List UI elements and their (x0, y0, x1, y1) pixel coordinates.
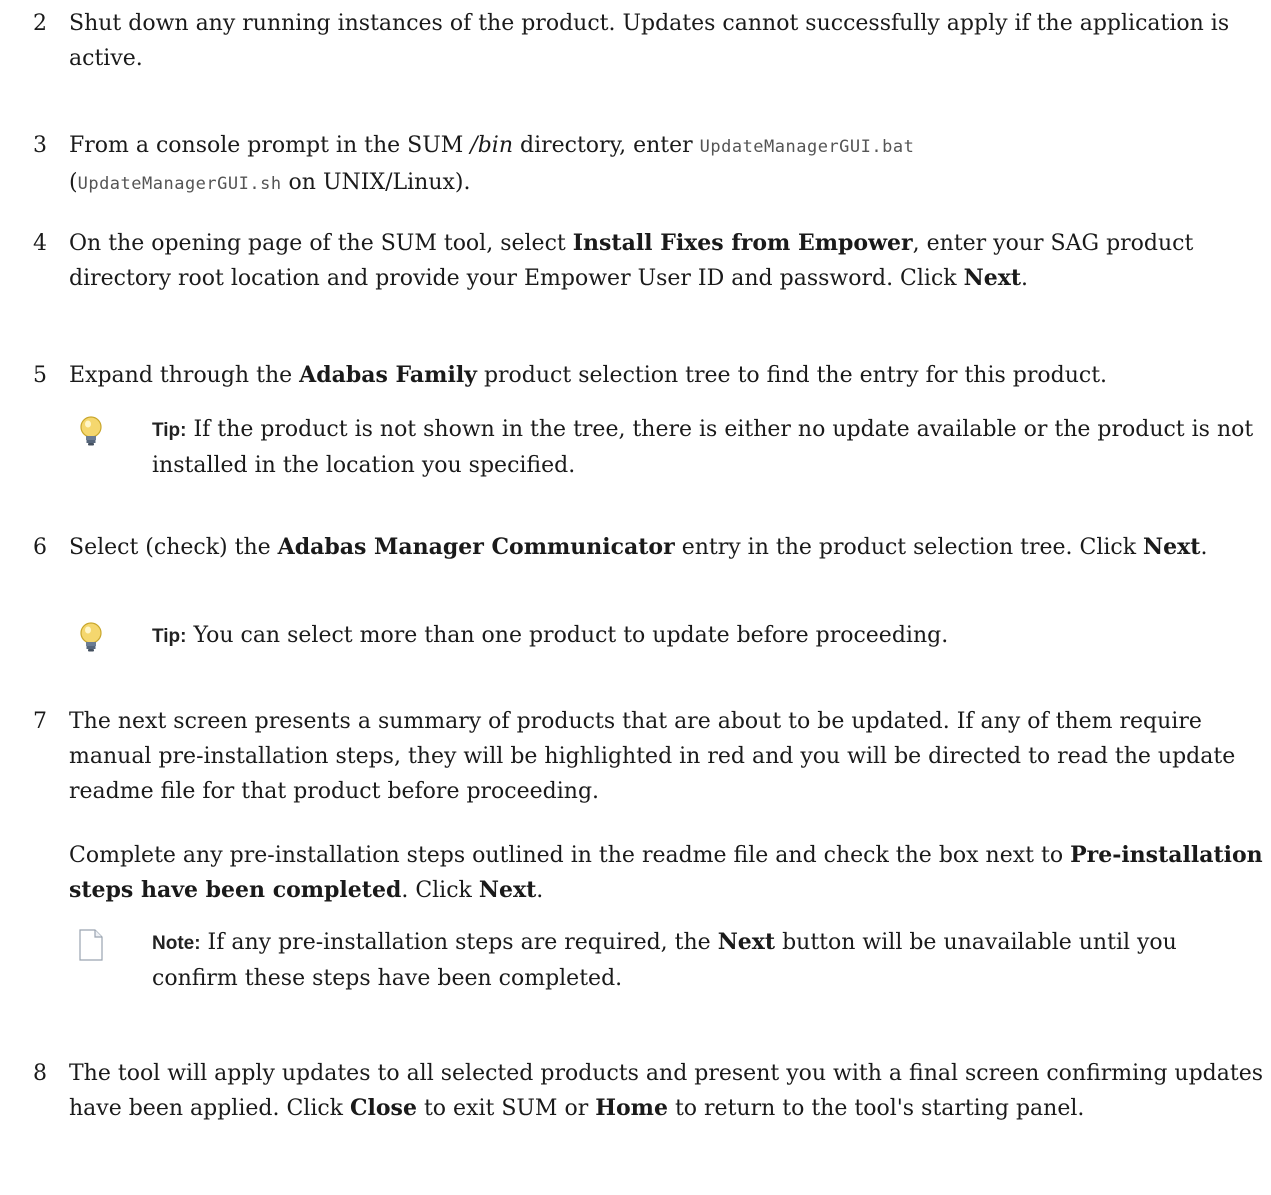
document-page: 2 Shut down any running instances of the… (0, 0, 1271, 1195)
code-command: UpdateManagerGUI.sh (77, 174, 282, 194)
step-paragraph: The next screen presents a summary of pr… (69, 709, 1236, 804)
step-text: On the opening page of the SUM tool, sel… (69, 226, 1264, 296)
note-text: Note: If any pre-installation steps are … (152, 929, 1177, 991)
tip-text: Tip: You can select more than one produc… (152, 623, 949, 648)
step-paragraph: From a console prompt in the SUM /bin di… (69, 133, 915, 195)
tip-text: Tip: If the product is not shown in the … (152, 417, 1254, 478)
step-text: The next screen presents a summary of pr… (69, 704, 1264, 809)
step-text: The tool will apply updates to all selec… (69, 1056, 1264, 1126)
lightbulb-icon (80, 622, 102, 652)
step-text: Shut down any running instances of the p… (69, 6, 1264, 76)
step-number: 4 (33, 231, 47, 256)
step-paragraph: Complete any pre-installation steps outl… (69, 842, 1263, 903)
step-paragraph: On the opening page of the SUM tool, sel… (69, 230, 1194, 291)
step-paragraph: The tool will apply updates to all selec… (69, 1061, 1264, 1121)
step-text: Complete any pre-installation steps outl… (69, 838, 1264, 908)
step-number: 8 (33, 1061, 47, 1086)
code-command: UpdateManagerGUI.bat (699, 137, 915, 157)
step-number: 5 (33, 363, 47, 388)
step-number: 2 (33, 11, 47, 36)
step-number: 6 (33, 535, 47, 560)
lightbulb-icon (80, 416, 102, 446)
page-icon (79, 929, 103, 961)
step-text: Expand through the Adabas Family product… (69, 358, 1264, 393)
step-paragraph: Select (check) the Adabas Manager Commun… (69, 534, 1208, 560)
step-number: 3 (33, 133, 47, 158)
step-text: Select (check) the Adabas Manager Commun… (69, 530, 1264, 565)
step-paragraph: Shut down any running instances of the p… (69, 11, 1230, 71)
step-number: 7 (33, 709, 47, 734)
step-text: From a console prompt in the SUM /bin di… (69, 128, 1264, 202)
step-paragraph: Expand through the Adabas Family product… (69, 362, 1108, 388)
